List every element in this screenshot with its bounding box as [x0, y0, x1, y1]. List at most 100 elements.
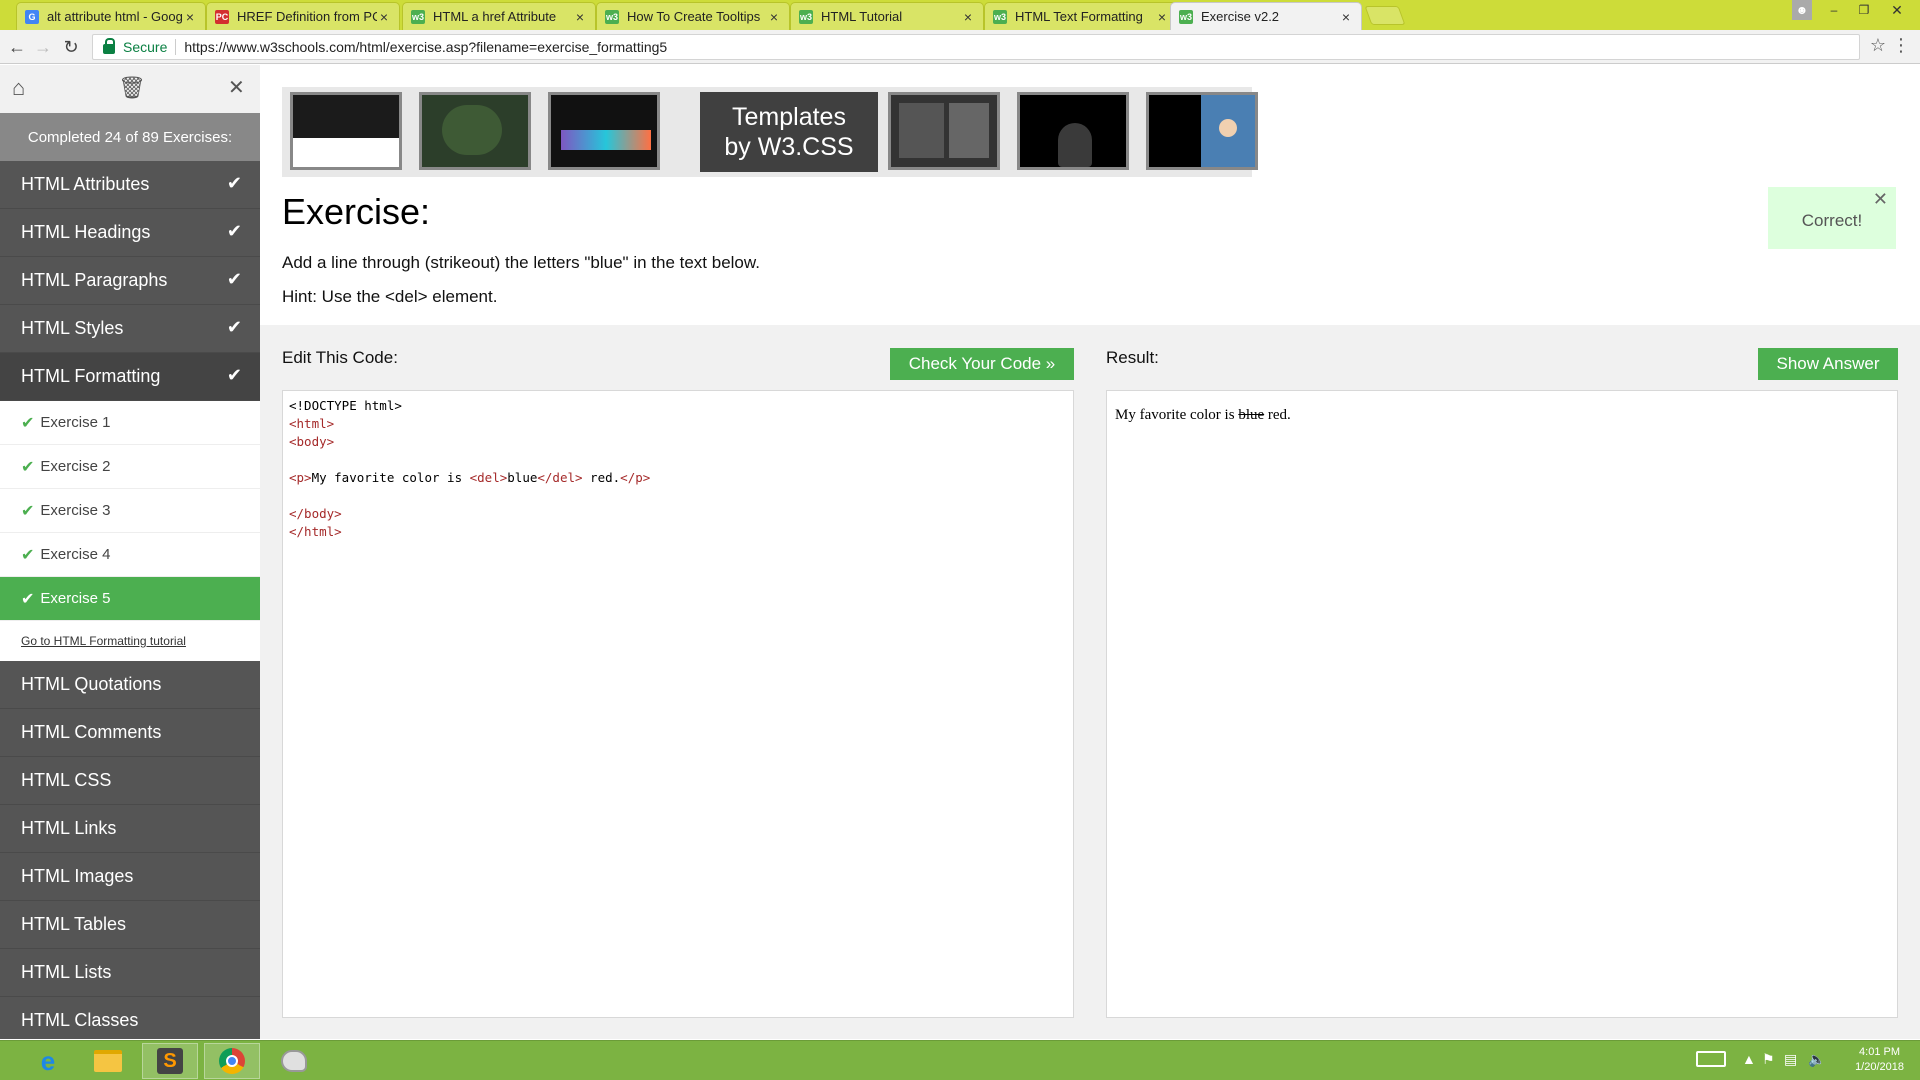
- sidebar-item[interactable]: HTML Quotations: [0, 661, 260, 709]
- new-tab-button[interactable]: [1364, 6, 1406, 25]
- close-tab-icon[interactable]: ×: [767, 9, 781, 25]
- system-clock[interactable]: 4:01 PM 1/20/2018: [1855, 1045, 1904, 1075]
- forward-icon[interactable]: →: [32, 36, 54, 58]
- browser-tab[interactable]: w3 HTML a href Attribute ×: [402, 2, 596, 30]
- result-frame: My favorite color is blue red.: [1106, 390, 1898, 1018]
- sidebar-item[interactable]: HTML Attributes ✔: [0, 161, 260, 209]
- browser-tab[interactable]: PC HREF Definition from PC ×: [206, 2, 400, 30]
- chrome-icon[interactable]: [204, 1043, 260, 1079]
- sidebar-item-label: HTML Links: [21, 818, 117, 838]
- tutorial-link[interactable]: Go to HTML Formatting tutorial: [0, 621, 260, 661]
- check-code-button[interactable]: Check Your Code »: [890, 348, 1074, 380]
- show-hidden-icons[interactable]: ▲: [1742, 1051, 1756, 1067]
- templates-ad-banner[interactable]: Templates by W3.CSS: [282, 87, 1258, 177]
- exercise-item[interactable]: ✔ Exercise 1: [0, 401, 260, 445]
- sidebar-item-label: HTML Tables: [21, 914, 127, 934]
- file-explorer-icon[interactable]: [80, 1043, 136, 1079]
- template-thumbnail[interactable]: [548, 92, 660, 170]
- exercise-item[interactable]: ✔ Exercise 5: [0, 577, 260, 621]
- result-label: Result:: [1106, 348, 1159, 367]
- sidebar-item[interactable]: HTML Headings ✔: [0, 209, 260, 257]
- exercise-description: Add a line through (strikeout) the lette…: [282, 253, 760, 272]
- sidebar-item-label: HTML Styles: [21, 318, 124, 338]
- exercise-sidebar: ⌂ 🗑 ✕ Completed 24 of 89 Exercises: HTML…: [0, 65, 260, 1039]
- exercise-item[interactable]: ✔ Exercise 4: [0, 533, 260, 577]
- code-line: <p>My favorite color is <del>blue</del> …: [289, 469, 1067, 487]
- network-icon[interactable]: ▤: [1784, 1051, 1797, 1068]
- profile-icon[interactable]: ☻: [1792, 0, 1812, 20]
- tab-label: Exercise v2.2: [1201, 9, 1280, 24]
- exercise-item-label: Exercise 2: [40, 458, 111, 475]
- flag-icon[interactable]: ⚑: [1762, 1051, 1775, 1068]
- address-bar[interactable]: Secure https://www.w3schools.com/html/ex…: [92, 34, 1860, 60]
- template-thumbnail[interactable]: [290, 92, 402, 170]
- browser-tab[interactable]: w3 How To Create Tooltips ×: [596, 2, 790, 30]
- minimize-button[interactable]: –: [1820, 0, 1848, 20]
- home-icon[interactable]: ⌂: [12, 75, 25, 101]
- browser-tab-strip: Galt attribute html - Goog × PC HREF Defini…: [0, 0, 1920, 30]
- template-thumbnail[interactable]: [1017, 92, 1129, 170]
- sidebar-item-label: HTML Formatting: [21, 366, 161, 386]
- close-icon[interactable]: ✕: [228, 75, 245, 100]
- main-content: Templates by W3.CSS Exercise: Add a line…: [260, 65, 1920, 1039]
- browser-tab[interactable]: w3 HTML Text Formatting ×: [984, 2, 1178, 30]
- sublime-text-icon[interactable]: S: [142, 1043, 198, 1079]
- sidebar-item[interactable]: HTML Paragraphs ✔: [0, 257, 260, 305]
- browser-menu-icon[interactable]: ⋮: [1892, 35, 1910, 56]
- code-line: <!DOCTYPE html>: [289, 397, 1067, 415]
- result-text-struck: blue: [1238, 407, 1265, 423]
- close-tab-icon[interactable]: ×: [961, 9, 975, 25]
- url-text[interactable]: https://www.w3schools.com/html/exercise.…: [184, 39, 667, 55]
- template-thumbnail[interactable]: [419, 92, 531, 170]
- sidebar-item[interactable]: HTML Images: [0, 853, 260, 901]
- restore-button[interactable]: ❐: [1850, 0, 1878, 20]
- sidebar-item[interactable]: HTML Lists: [0, 949, 260, 997]
- tab-label: HTML a href Attribute: [433, 9, 557, 24]
- sidebar-item[interactable]: HTML Formatting ✔: [0, 353, 260, 401]
- exercise-item[interactable]: ✔ Exercise 3: [0, 489, 260, 533]
- reload-icon[interactable]: ↻: [60, 36, 82, 58]
- sidebar-item[interactable]: HTML Classes: [0, 997, 260, 1039]
- editor-label: Edit This Code:: [282, 348, 398, 367]
- code-tag: </body>: [289, 506, 342, 521]
- templates-ad-text[interactable]: Templates by W3.CSS: [700, 92, 878, 172]
- close-tab-icon[interactable]: ×: [573, 9, 587, 25]
- sidebar-item[interactable]: HTML CSS: [0, 757, 260, 805]
- sidebar-item[interactable]: HTML Links: [0, 805, 260, 853]
- code-editor[interactable]: <!DOCTYPE html> <html> <body> <p>My favorit…: [282, 390, 1074, 1018]
- template-thumbnail[interactable]: [1146, 92, 1258, 170]
- sidebar-item[interactable]: HTML Comments: [0, 709, 260, 757]
- internet-explorer-icon[interactable]: e: [20, 1043, 76, 1079]
- browser-tab[interactable]: w3 HTML Tutorial ×: [790, 2, 984, 30]
- close-tab-icon[interactable]: ×: [377, 9, 391, 25]
- keyboard-icon[interactable]: [1696, 1051, 1726, 1067]
- trash-icon[interactable]: 🗑: [118, 75, 146, 101]
- exercise-item[interactable]: ✔ Exercise 2: [0, 445, 260, 489]
- show-answer-button[interactable]: Show Answer: [1758, 348, 1898, 380]
- close-tab-icon[interactable]: ×: [1155, 9, 1169, 25]
- sidebar-item[interactable]: HTML Styles ✔: [0, 305, 260, 353]
- exercise-item-label: Exercise 5: [40, 590, 111, 607]
- browser-tab[interactable]: w3 Exercise v2.2 ×: [1170, 2, 1362, 30]
- paint-icon[interactable]: [266, 1043, 322, 1079]
- close-notice-icon[interactable]: ✕: [1873, 189, 1888, 210]
- back-icon[interactable]: ←: [6, 36, 28, 58]
- w3schools-icon: w3: [993, 9, 1007, 24]
- sidebar-item-label: HTML Classes: [21, 1010, 139, 1030]
- close-tab-icon[interactable]: ×: [1339, 9, 1353, 25]
- sidebar-item[interactable]: HTML Tables: [0, 901, 260, 949]
- checkmark-icon: ✔: [21, 590, 35, 608]
- w3schools-icon: w3: [1179, 9, 1193, 24]
- bookmark-star-icon[interactable]: ☆: [1870, 35, 1886, 56]
- code-tag: <html>: [289, 416, 335, 431]
- browser-tab[interactable]: Galt attribute html - Goog ×: [16, 2, 206, 30]
- template-thumbnail[interactable]: [888, 92, 1000, 170]
- volume-icon[interactable]: 🔈: [1808, 1051, 1825, 1068]
- close-window-button[interactable]: ✕: [1880, 0, 1914, 20]
- clock-time: 4:01 PM: [1859, 1046, 1901, 1058]
- code-tag: <del>: [469, 470, 508, 485]
- sidebar-item-label: HTML Paragraphs: [21, 270, 168, 290]
- close-tab-icon[interactable]: ×: [183, 9, 197, 25]
